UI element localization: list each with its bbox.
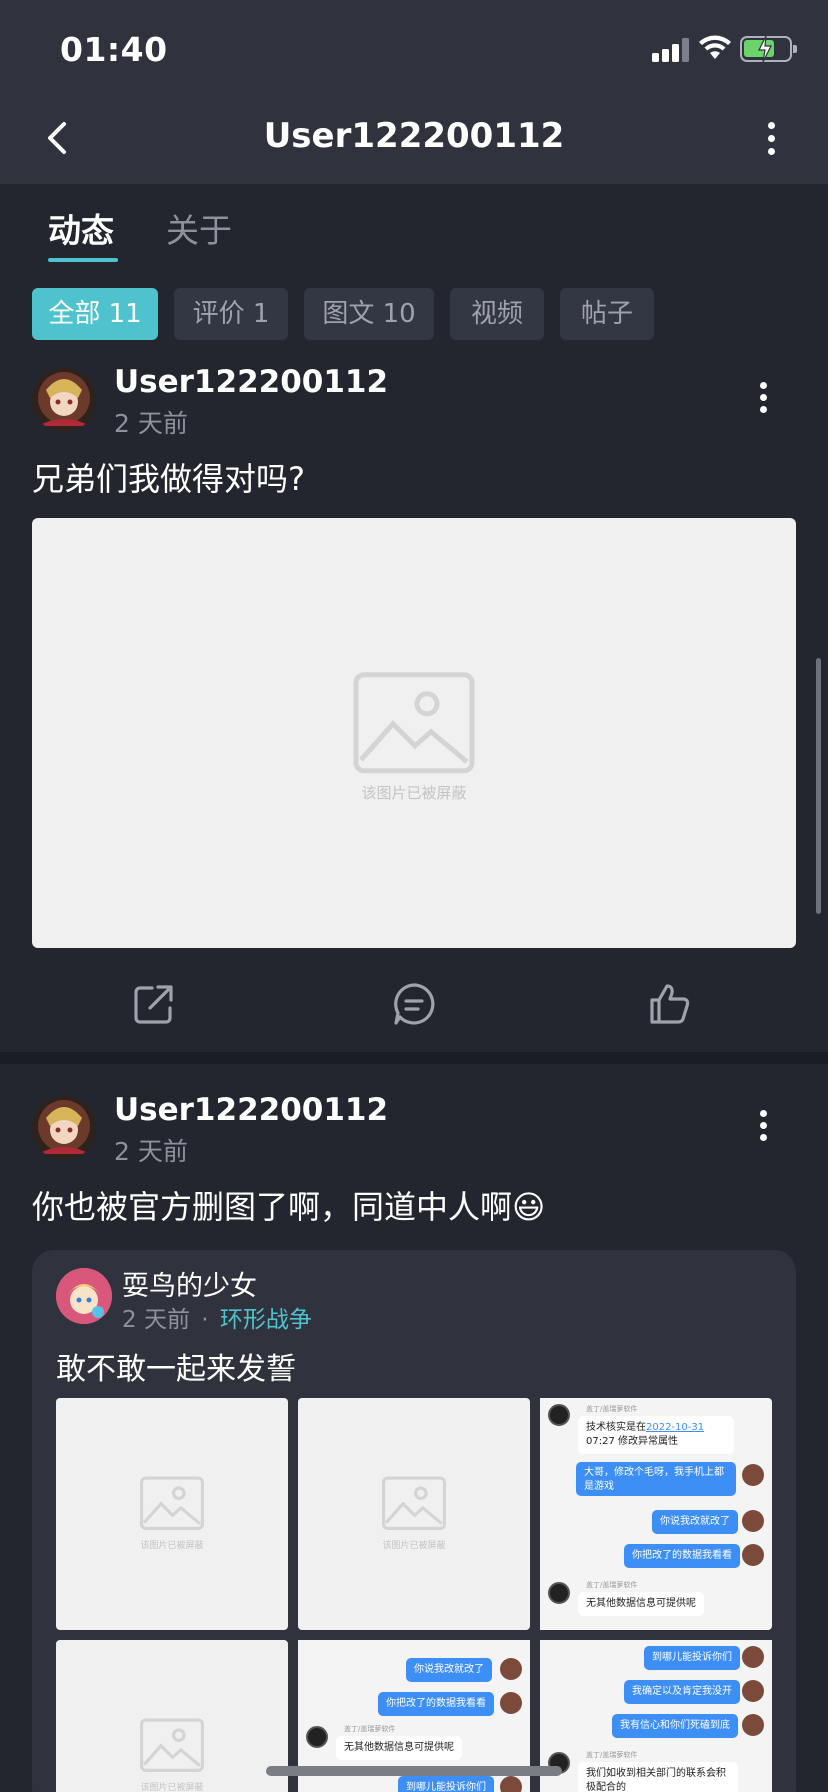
status-time: 01:40 bbox=[60, 30, 168, 69]
chat-message: 无其他数据信息可提供呢 bbox=[336, 1736, 462, 1760]
filter-image-text[interactable]: 图文 10 bbox=[304, 288, 434, 340]
shared-text: 敢不敢一起来发誓 bbox=[56, 1352, 296, 1387]
chat-screenshot-image[interactable]: 到哪儿能投诉你们 我确定以及肯定我没开 我有信心和你们死磕到底 盖丁/盖瑞萝软件… bbox=[540, 1640, 772, 1792]
chat-message: 你把改了的数据我看看 bbox=[378, 1692, 494, 1716]
chat-message: 我有信心和你们死磕到底 bbox=[612, 1714, 738, 1738]
chat-message: 你说我改就改了 bbox=[406, 1658, 492, 1682]
image-placeholder-icon bbox=[382, 1476, 446, 1530]
filter-reviews[interactable]: 评价 1 bbox=[174, 288, 288, 340]
battery-icon bbox=[740, 35, 797, 63]
post-more-button[interactable] bbox=[752, 1106, 776, 1146]
avatar[interactable] bbox=[32, 368, 96, 432]
shared-meta: 2 天前 · 环形战争 bbox=[122, 1300, 312, 1334]
more-options-button[interactable] bbox=[760, 116, 784, 160]
image-placeholder-icon bbox=[353, 672, 475, 774]
chat-message: 无其他数据信息可提供呢 bbox=[578, 1592, 704, 1616]
bot-name: 盖丁/盖瑞萝软件 bbox=[586, 1405, 638, 1413]
post-text: 你也被官方删图了啊，同道中人啊😃 bbox=[32, 1188, 546, 1226]
blocked-image[interactable]: 该图片已被屏蔽 bbox=[32, 518, 796, 948]
chat-message: 技术核实是在2022-10-31 07:27 修改异常属性 bbox=[578, 1416, 734, 1454]
user-avatar bbox=[742, 1646, 764, 1668]
like-icon[interactable] bbox=[648, 982, 692, 1026]
filter-all[interactable]: 全部 11 bbox=[32, 288, 158, 340]
blocked-image-caption: 该图片已被屏蔽 bbox=[361, 784, 467, 802]
post-actions bbox=[0, 960, 828, 1052]
bot-avatar bbox=[306, 1726, 328, 1748]
page-title: User122200112 bbox=[263, 116, 565, 156]
shared-topic-link[interactable]: 环形战争 bbox=[220, 1307, 312, 1333]
post-header: User122200112 2 天前 bbox=[32, 364, 796, 438]
user-avatar bbox=[500, 1692, 522, 1714]
image-placeholder-icon bbox=[140, 1476, 204, 1530]
wifi-icon bbox=[699, 35, 731, 59]
user-avatar bbox=[500, 1776, 522, 1792]
tab-indicator bbox=[48, 258, 118, 262]
bot-name: 盖丁/盖瑞萝软件 bbox=[344, 1725, 396, 1733]
scrollbar[interactable] bbox=[816, 658, 821, 914]
status-bar: 01:40 bbox=[0, 0, 828, 92]
user-avatar bbox=[742, 1714, 764, 1736]
home-indicator[interactable] bbox=[266, 1766, 562, 1776]
post-more-button[interactable] bbox=[752, 378, 776, 418]
blocked-image-caption: 该图片已被屏蔽 bbox=[140, 1783, 204, 1792]
blocked-image[interactable]: 该图片已被屏蔽 bbox=[56, 1640, 288, 1792]
chat-message: 你把改了的数据我看看 bbox=[624, 1544, 740, 1568]
tab-about[interactable]: 关于 bbox=[166, 204, 232, 252]
user-avatar bbox=[742, 1544, 764, 1566]
post-timestamp: 2 天前 bbox=[114, 1137, 188, 1166]
chat-message: 我确定以及肯定我没开 bbox=[624, 1680, 740, 1704]
chat-message: 我们如收到相关部门的联系会积极配合的 bbox=[578, 1762, 738, 1792]
bot-name: 盖丁/盖瑞萝软件 bbox=[586, 1751, 638, 1759]
post-username[interactable]: User122200112 bbox=[114, 364, 388, 400]
post-text: 兄弟们我做得对吗? bbox=[32, 460, 305, 498]
image-placeholder-icon bbox=[140, 1718, 204, 1772]
chat-message: 到哪儿能投诉你们 bbox=[644, 1646, 740, 1670]
user-avatar bbox=[500, 1658, 522, 1680]
post-divider bbox=[0, 1052, 828, 1064]
blocked-image-caption: 该图片已被屏蔽 bbox=[382, 1541, 446, 1551]
post-timestamp: 2 天前 bbox=[114, 409, 188, 438]
comment-icon[interactable] bbox=[392, 982, 436, 1026]
blocked-image-caption: 该图片已被屏蔽 bbox=[140, 1541, 204, 1551]
blocked-image[interactable]: 该图片已被屏蔽 bbox=[298, 1398, 530, 1630]
chat-message: 到哪儿能投诉你们 bbox=[398, 1776, 494, 1792]
meta-separator: · bbox=[201, 1307, 209, 1333]
bot-name: 盖丁/盖瑞萝软件 bbox=[586, 1581, 638, 1589]
avatar[interactable] bbox=[56, 1268, 112, 1324]
chat-message: 你说我改就改了 bbox=[652, 1510, 738, 1534]
avatar[interactable] bbox=[32, 1096, 96, 1160]
share-icon[interactable] bbox=[132, 982, 176, 1026]
bot-avatar bbox=[548, 1582, 570, 1604]
post-header: User122200112 2 天前 bbox=[32, 1092, 796, 1166]
shared-timestamp: 2 天前 bbox=[122, 1307, 190, 1333]
chat-screenshot-image[interactable]: 盖丁/盖瑞萝软件 技术核实是在2022-10-31 07:27 修改异常属性 大… bbox=[540, 1398, 772, 1630]
tab-activity[interactable]: 动态 bbox=[48, 204, 114, 252]
nav-bar: User122200112 bbox=[0, 92, 828, 184]
shared-post-card[interactable]: 耍鸟的少女 2 天前 · 环形战争 敢不敢一起来发誓 该图片已被屏蔽 该图片已被… bbox=[32, 1250, 796, 1792]
user-avatar bbox=[742, 1510, 764, 1532]
cellular-signal-icon bbox=[652, 38, 690, 62]
blocked-image[interactable]: 该图片已被屏蔽 bbox=[56, 1398, 288, 1630]
shared-username[interactable]: 耍鸟的少女 bbox=[122, 1264, 257, 1303]
profile-tabs: 动态 关于 bbox=[0, 184, 828, 274]
post-username[interactable]: User122200112 bbox=[114, 1092, 388, 1128]
filter-video[interactable]: 视频 bbox=[450, 288, 544, 340]
chat-message: 大哥，修改个毛呀，我手机上都是游戏 bbox=[576, 1462, 736, 1496]
user-avatar bbox=[742, 1680, 764, 1702]
bot-avatar bbox=[548, 1404, 570, 1426]
filter-posts[interactable]: 帖子 bbox=[560, 288, 654, 340]
user-avatar bbox=[742, 1464, 764, 1486]
